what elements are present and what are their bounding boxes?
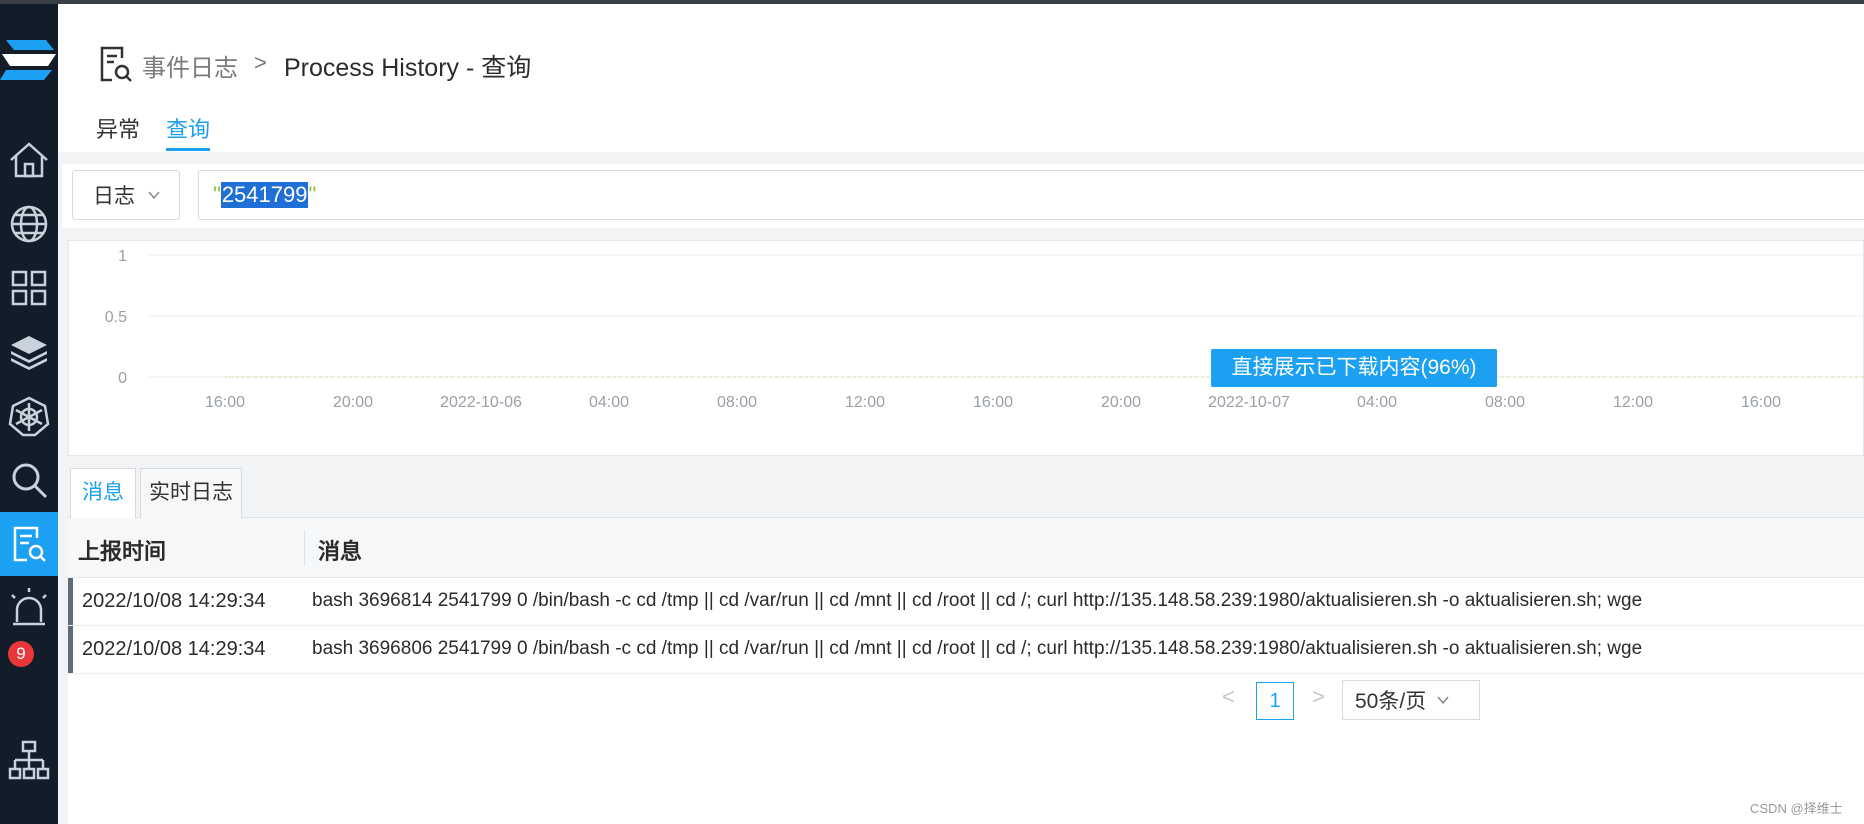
main-area: 事件日志 > Process History - 查询 异常 查询 日志 " 25… (58, 4, 1864, 824)
y-tick-label: 1 (118, 248, 127, 265)
x-tick-label: 16:00 (205, 394, 245, 411)
query-quote-open: " (213, 182, 221, 207)
chevron-down-icon (1437, 696, 1449, 705)
row-time: 2022/10/08 14:29:34 (82, 638, 266, 660)
page-size-value: 50条/页 (1355, 690, 1427, 713)
breadcrumb-separator: > (254, 50, 267, 75)
page-header: 事件日志 > Process History - 查询 异常 查询 (58, 4, 1864, 152)
x-tick-label: 20:00 (1101, 394, 1141, 411)
nav-grid[interactable] (0, 256, 58, 320)
x-tick-label: 08:00 (717, 394, 757, 411)
nav-home[interactable] (0, 128, 58, 192)
results-table: 上报时间 消息 2022/10/08 14:29:34 bash 3696814… (68, 518, 1864, 824)
watermark: CSDN @择维士 (1750, 801, 1843, 816)
table-row[interactable]: 2022/10/08 14:29:34 bash 3696814 2541799… (68, 578, 1864, 626)
y-tick-label: 0 (118, 370, 127, 387)
column-report-time[interactable]: 上报时间 (78, 534, 166, 566)
sidebar: 9 (0, 0, 1864, 824)
alarm-icon (11, 588, 47, 626)
x-tick-label: 08:00 (1485, 394, 1525, 411)
active-tab-indicator (166, 148, 210, 151)
pagination-next-button[interactable]: > (1312, 684, 1325, 710)
query-input[interactable]: " 2541799 " (198, 170, 1864, 220)
app-logo-icon[interactable] (0, 36, 58, 92)
x-tick-label: 20:00 (333, 394, 373, 411)
chevron-down-icon (148, 191, 160, 200)
sitemap-icon (8, 740, 50, 780)
nav-helm[interactable] (0, 384, 58, 448)
x-tick-label: 2022-10-06 (440, 394, 522, 411)
layers-icon (11, 336, 47, 370)
pagination-prev-button[interactable]: < (1222, 684, 1235, 710)
row-message: bash 3696806 2541799 0 /bin/bash -c cd /… (312, 638, 1643, 659)
tab-anomaly[interactable]: 异常 (96, 112, 140, 144)
y-tick-label: 0.5 (105, 309, 127, 326)
x-tick-label: 12:00 (1613, 394, 1653, 411)
table-row[interactable]: 2022/10/08 14:29:34 bash 3696806 2541799… (68, 626, 1864, 674)
globe-icon (10, 205, 48, 243)
search-bar: 日志 " 2541799 " (62, 164, 1864, 228)
log-search-icon (13, 526, 46, 562)
row-message: bash 3696814 2541799 0 /bin/bash -c cd /… (312, 590, 1643, 611)
tab-query[interactable]: 查询 (166, 112, 210, 144)
query-value: 2541799 (220, 182, 309, 208)
x-tick-label: 2022-10-07 (1208, 394, 1290, 411)
page-title: Process History - 查询 (284, 54, 532, 82)
chart-svg: 1 0.5 0 16:00 20:00 2022-10-06 04:00 08:00 12:00… (105, 248, 1864, 411)
page-size-select[interactable]: 50条/页 (1342, 680, 1480, 720)
table-header: 上报时间 消息 (68, 518, 1864, 578)
histogram-chart: 1 0.5 0 16:00 20:00 2022-10-06 04:00 08:00 12:00… (68, 240, 1864, 456)
home-icon (10, 142, 48, 178)
grid-icon (11, 270, 47, 306)
nav-sitemap[interactable] (0, 728, 58, 792)
log-type-select[interactable]: 日志 (72, 170, 180, 220)
breadcrumb-parent[interactable]: 事件日志 (142, 48, 238, 83)
row-marker (68, 578, 73, 625)
x-tick-label: 16:00 (973, 394, 1013, 411)
column-message[interactable]: 消息 (318, 534, 362, 566)
event-log-icon (100, 46, 132, 82)
nav-globe[interactable] (0, 192, 58, 256)
nav-event-log[interactable] (0, 512, 58, 576)
tab-realtime-log[interactable]: 实时日志 (140, 468, 242, 519)
column-divider (304, 530, 305, 566)
search-icon (12, 463, 48, 499)
x-tick-label: 16:00 (1741, 394, 1781, 411)
x-tick-label: 12:00 (845, 394, 885, 411)
helm-icon (8, 396, 50, 437)
nav-search[interactable] (0, 448, 58, 512)
row-marker (68, 626, 73, 673)
row-time: 2022/10/08 14:29:34 (82, 590, 266, 612)
show-downloaded-button[interactable]: 直接展示已下载内容(96%) (1211, 349, 1497, 387)
nav-layers[interactable] (0, 320, 58, 384)
x-tick-label: 04:00 (589, 394, 629, 411)
log-type-value: 日志 (93, 185, 135, 208)
query-quote-close: " (308, 182, 317, 207)
alarm-badge: 9 (8, 641, 34, 667)
tab-messages[interactable]: 消息 (70, 468, 136, 519)
x-tick-label: 04:00 (1357, 394, 1397, 411)
nav-alarm[interactable] (0, 576, 58, 640)
result-tabs: 消息 实时日志 (68, 464, 1864, 519)
pagination-page-1[interactable]: 1 (1256, 682, 1294, 720)
